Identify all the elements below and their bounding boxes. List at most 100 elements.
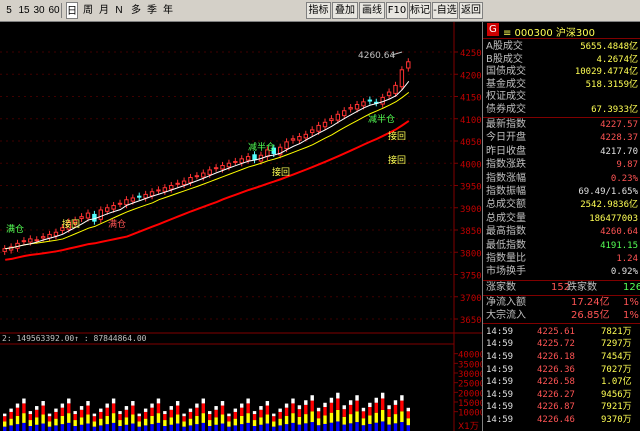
candle-body — [316, 124, 321, 132]
volume-bar-segment — [336, 392, 340, 399]
volume-bar-segment — [92, 421, 97, 427]
tick-row[interactable]: 14:59 4226.58 1.07亿 — [483, 376, 640, 388]
volume-bar-segment — [163, 426, 167, 431]
candle-body — [92, 213, 97, 222]
volume-bar-segment — [208, 414, 212, 421]
volume-bar-segment — [348, 414, 353, 424]
toolbar-button-1[interactable]: 叠加 — [332, 2, 358, 19]
volume-bar-segment — [15, 415, 20, 425]
index-value: 2542.9836亿 — [580, 200, 638, 211]
period-button-5[interactable]: 周 — [82, 2, 94, 19]
volume-bar-segment — [240, 403, 244, 408]
volume-bar-segment — [329, 402, 334, 413]
stock-header[interactable]: G ≡ 000300 沪深300 — [483, 22, 640, 39]
volume-bar-segment — [22, 422, 26, 431]
price-tick-label: 4050 — [460, 138, 482, 148]
volume-bar-segment — [220, 401, 225, 406]
chart-area[interactable]: 4250 4200 4150 4100 4050 4000 3950 3900 3850 3800… — [0, 22, 482, 431]
tick-time: 14:59 — [486, 326, 514, 337]
period-button-6[interactable]: 月 — [98, 2, 110, 19]
quote-label: 权证成交 — [486, 91, 526, 102]
period-button-2[interactable]: 30 — [33, 2, 45, 19]
toolbar-button-3[interactable]: F10 — [386, 2, 408, 19]
candlestick-chart[interactable]: 4250 4200 4150 4100 4050 4000 3950 3900 3850 3800… — [0, 22, 482, 431]
volume-bar-segment — [182, 421, 186, 427]
tick-row[interactable]: 14:59 4226.27 9456万 — [483, 389, 640, 401]
volume-bar-segment — [387, 424, 391, 431]
period-button-4[interactable]: 日 — [66, 2, 78, 19]
volume-bar-segment — [28, 426, 33, 431]
index-label: 总成交量 — [486, 212, 526, 224]
tick-time: 14:59 — [486, 364, 514, 375]
volume-bar-segment — [163, 411, 167, 415]
quote-value: 518.3159亿 — [585, 79, 638, 90]
candle-body — [40, 236, 46, 239]
volume-bar-segment — [304, 423, 308, 431]
volume-bar-segment — [393, 400, 398, 405]
tick-time: 14:59 — [486, 377, 514, 388]
volume-bar-segment — [22, 398, 26, 404]
volume-bar-segment — [265, 414, 270, 424]
index-row: 最高指数 4260.64 — [483, 226, 640, 238]
period-button-3[interactable]: 60 — [48, 2, 60, 19]
volume-bar-segment — [182, 413, 186, 417]
volume-bar-segment — [227, 416, 231, 422]
tick-price: 4226.36 — [537, 364, 575, 375]
candle-body — [252, 154, 257, 161]
volume-bar-segment — [79, 406, 84, 410]
volume-bar-segment — [380, 398, 385, 410]
volume-bar-segment — [54, 408, 58, 412]
toolbar-button-6[interactable]: 返回 — [459, 2, 483, 19]
period-button-9[interactable]: 季 — [146, 2, 158, 19]
volume-bar-segment — [118, 411, 122, 415]
volume-bar-segment — [297, 424, 302, 431]
volume-tick-label: 40000 — [458, 351, 482, 361]
candle-body — [53, 231, 59, 237]
candle-body — [284, 141, 289, 150]
volume-bar-segment — [54, 418, 58, 426]
tick-row[interactable]: 14:59 4225.72 7297万 — [483, 338, 640, 350]
toolbar-button-4[interactable]: 标记 — [409, 2, 431, 19]
volume-bar-segment — [368, 407, 372, 416]
tick-row[interactable]: 14:59 4226.87 7921万 — [483, 401, 640, 413]
toolbar-button-2[interactable]: 画线 — [359, 2, 385, 19]
volume-bar-segment — [246, 413, 250, 423]
volume-bar-segment — [374, 412, 378, 423]
volume-bar-segment — [233, 408, 238, 412]
volume-bar-segment — [86, 423, 90, 431]
volume-bar-segment — [240, 424, 244, 431]
period-button-10[interactable]: 年 — [162, 2, 174, 19]
volume-bar-segment — [41, 405, 45, 415]
tick-row[interactable]: 14:59 4225.61 7821万 — [483, 326, 640, 338]
period-button-7[interactable]: N — [114, 2, 124, 19]
volume-bar-segment — [54, 411, 58, 419]
flow-label: 大宗流入 — [486, 309, 526, 321]
period-button-0[interactable]: 5 — [4, 2, 14, 19]
tick-price: 4226.46 — [537, 415, 575, 425]
tick-row[interactable]: 14:59 4226.46 9370万 — [483, 414, 640, 426]
volume-bar-segment — [342, 405, 346, 410]
volume-bar-segment — [195, 415, 199, 425]
trade-annotation: 接回 — [62, 218, 80, 230]
candle-body — [233, 160, 238, 163]
volume-bar-segment — [86, 401, 90, 406]
period-button-8[interactable]: 多 — [130, 2, 142, 19]
period-button-1[interactable]: 15 — [18, 2, 30, 19]
volume-bar-segment — [329, 422, 334, 431]
volume-bar-segment — [99, 418, 103, 426]
tick-row[interactable]: 14:59 4226.18 7454万 — [483, 351, 640, 363]
toolbar-button-0[interactable]: 指标 — [306, 2, 331, 19]
volume-bar-segment — [214, 424, 218, 431]
volume-bar-segment — [124, 417, 129, 425]
volume-bar-segment — [387, 416, 391, 425]
volume-bar-segment — [169, 409, 173, 418]
candle-body — [143, 193, 148, 199]
panel-divider — [483, 279, 640, 281]
tick-row[interactable]: 14:59 4226.36 7027万 — [483, 364, 640, 376]
volume-bar-segment — [368, 423, 372, 431]
volume-bar-segment — [297, 409, 302, 417]
volume-bar-segment — [227, 426, 231, 431]
toolbar-button-5[interactable]: -自选 — [432, 2, 458, 19]
tick-volume: 7821万 — [601, 326, 632, 337]
volume-bar-segment — [73, 414, 77, 421]
